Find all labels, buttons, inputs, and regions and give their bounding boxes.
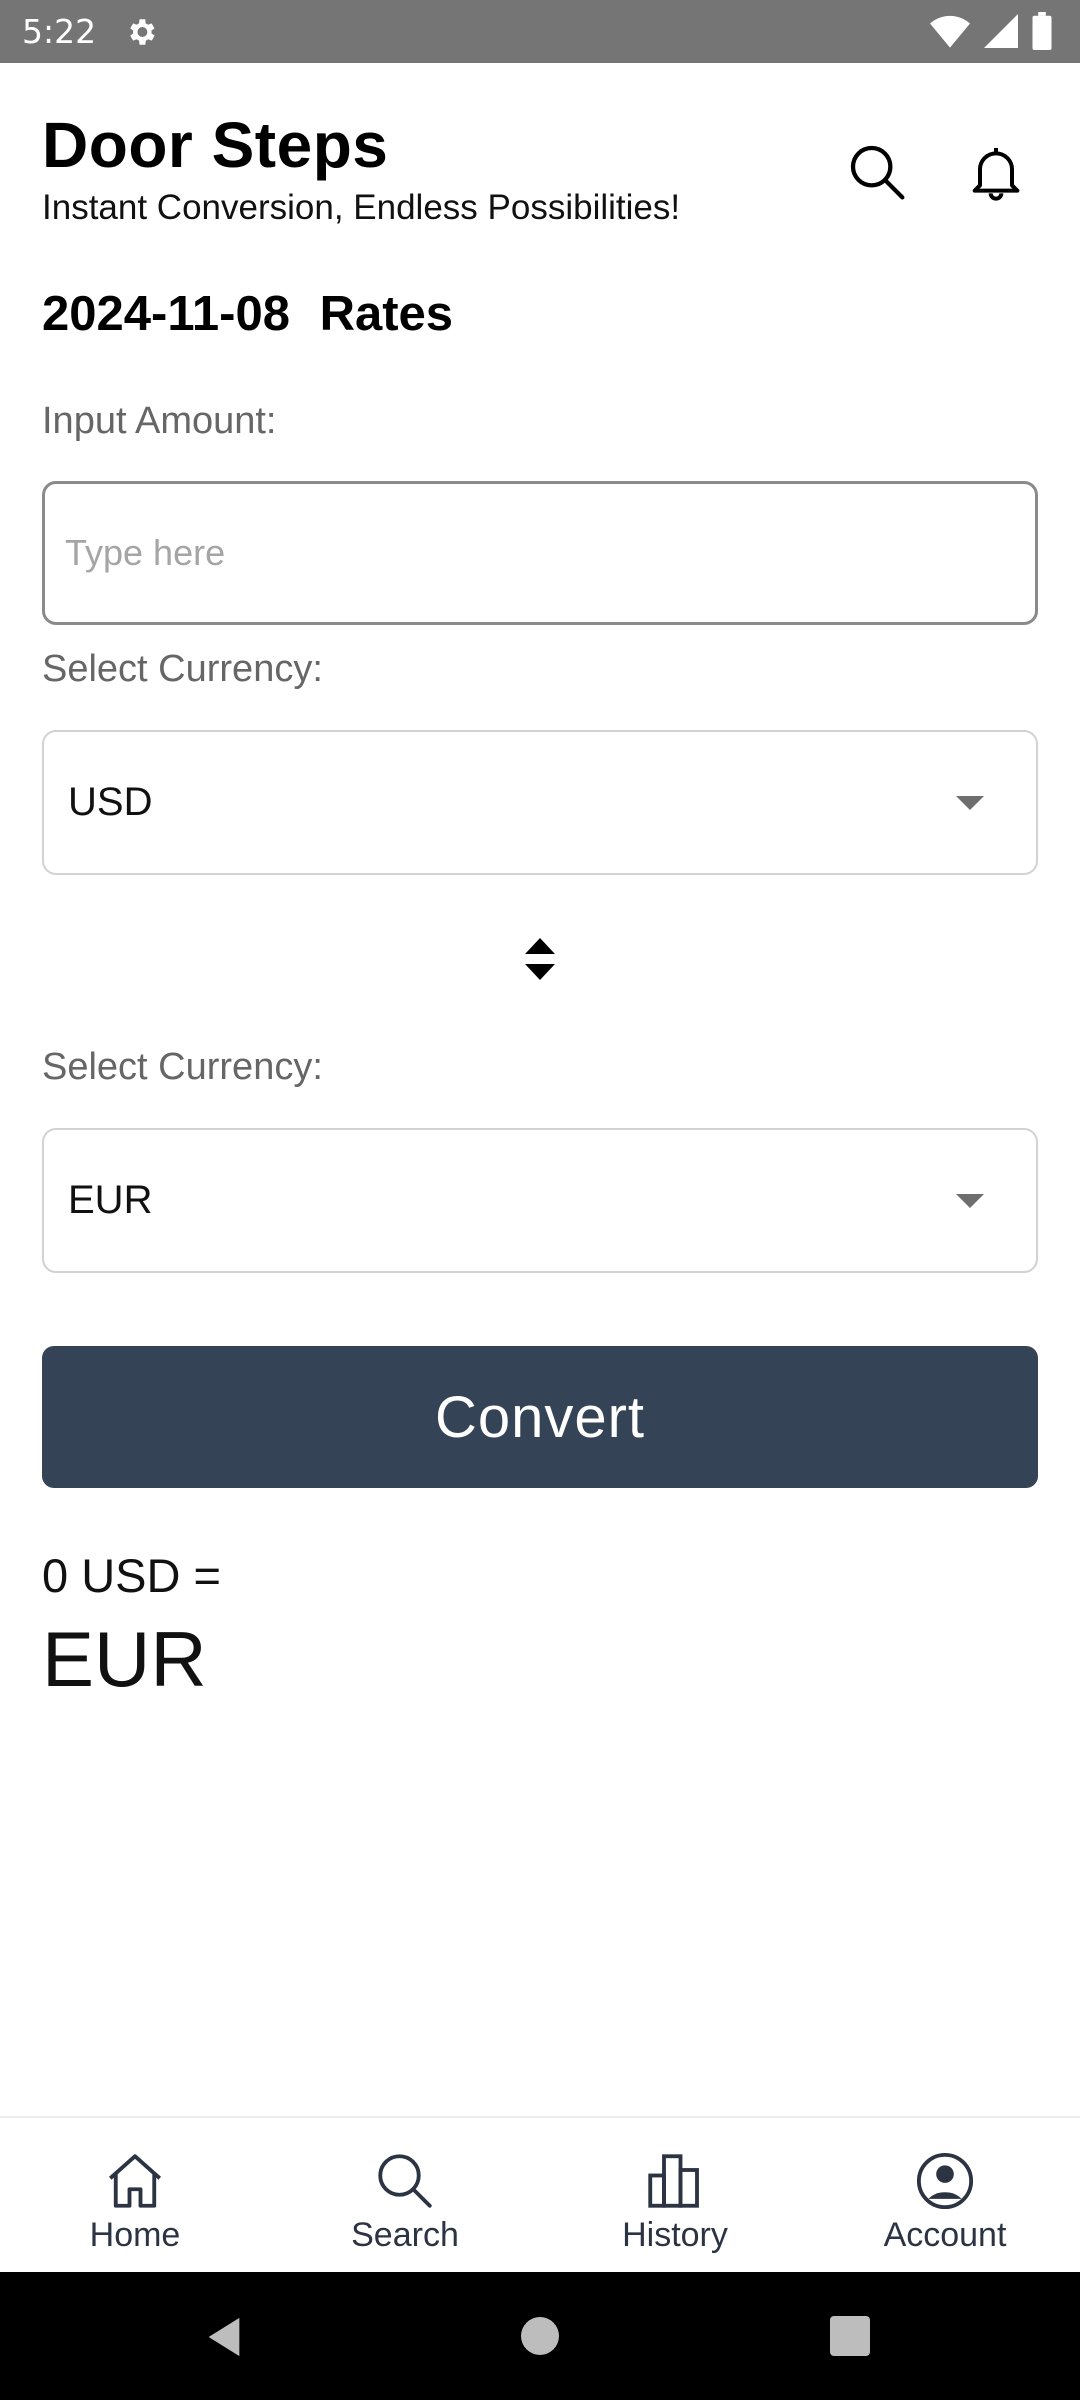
nav-label-history: History bbox=[622, 2216, 728, 2254]
conversion-result-line: 0 USD = bbox=[42, 1549, 221, 1602]
convert-button[interactable]: Convert bbox=[42, 1346, 1038, 1488]
from-currency-select[interactable]: USD bbox=[42, 730, 1038, 875]
rates-date: 2024-11-08 bbox=[42, 287, 290, 341]
nav-label-account: Account bbox=[883, 2216, 1007, 2254]
app-screen: 5:22 Door Steps Instant Conversion, Endl… bbox=[0, 0, 1080, 2400]
to-currency-select[interactable]: EUR bbox=[42, 1128, 1038, 1273]
nav-label-home: Home bbox=[89, 2216, 181, 2254]
rates-label: Rates bbox=[319, 287, 454, 341]
nav-item-search[interactable]: Search bbox=[270, 2118, 540, 2272]
back-icon[interactable] bbox=[204, 2314, 244, 2360]
app-tagline: Instant Conversion, Endless Possibilitie… bbox=[42, 188, 681, 227]
wifi-icon bbox=[930, 15, 970, 48]
home-icon bbox=[108, 2154, 162, 2208]
nav-item-home[interactable]: Home bbox=[0, 2118, 270, 2272]
bar-chart-icon bbox=[648, 2154, 699, 2208]
amount-label: Input Amount: bbox=[42, 400, 277, 442]
status-bar: 5:22 bbox=[0, 0, 1080, 63]
to-currency-label: Select Currency: bbox=[42, 1046, 323, 1088]
settings-gear-icon bbox=[130, 18, 155, 45]
home-circle-icon[interactable] bbox=[520, 2316, 560, 2356]
conversion-result-currency: EUR bbox=[42, 1615, 207, 1703]
amount-input[interactable] bbox=[42, 481, 1038, 625]
from-currency-value: USD bbox=[68, 780, 153, 824]
search-icon[interactable] bbox=[845, 140, 909, 204]
bottom-navigation: Home Search History Account bbox=[0, 2116, 1080, 2272]
dropdown-caret-icon bbox=[956, 1194, 984, 1208]
account-icon bbox=[916, 2152, 974, 2210]
battery-icon bbox=[1032, 12, 1052, 50]
cellular-signal-icon bbox=[984, 14, 1018, 48]
to-currency-value: EUR bbox=[68, 1178, 153, 1222]
nav-item-account[interactable]: Account bbox=[810, 2118, 1080, 2272]
status-indicators bbox=[930, 12, 1052, 50]
status-time: 5:22 bbox=[22, 12, 97, 51]
dropdown-caret-icon bbox=[956, 796, 984, 810]
app-title: Door Steps bbox=[42, 109, 389, 181]
from-currency-label: Select Currency: bbox=[42, 648, 323, 690]
rates-heading: 2024-11-08 Rates bbox=[42, 286, 463, 342]
notification-bell-icon[interactable] bbox=[964, 140, 1028, 204]
recents-square-icon[interactable] bbox=[830, 2316, 870, 2356]
nav-item-history[interactable]: History bbox=[540, 2118, 810, 2272]
system-navigation-bar bbox=[0, 2272, 1080, 2400]
nav-label-search: Search bbox=[351, 2216, 459, 2254]
search-icon bbox=[378, 2154, 432, 2208]
swap-currencies-icon[interactable] bbox=[522, 936, 558, 982]
